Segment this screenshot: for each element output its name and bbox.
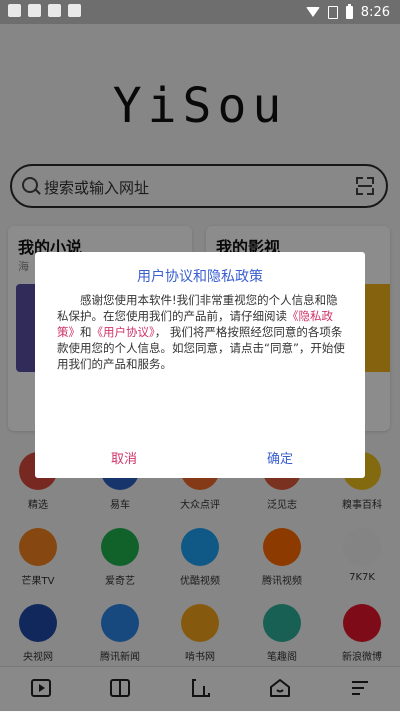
dialog-title: 用户协议和隐私政策: [137, 269, 263, 285]
notification-icon: [28, 4, 41, 17]
dialog-body: 感谢您使用本软件!我们非常重视您的个人信息和隐私保护。在您使用我们的产品前，请仔…: [57, 292, 347, 372]
wifi-icon: [305, 7, 320, 17]
notification-icon: [8, 4, 21, 17]
cancel-button[interactable]: 取消: [111, 448, 137, 467]
battery-icon: [345, 3, 353, 19]
agreement-dialog: 用户协议和隐私政策 感谢您使用本软件!我们非常重视您的个人信息和隐私保护。在您使…: [35, 252, 365, 478]
notification-icon: [48, 4, 61, 17]
dialog-text-2: 和: [80, 325, 92, 339]
no-sim-icon: [327, 5, 338, 19]
status-bar: 8:26: [0, 0, 400, 24]
user-agreement-link[interactable]: 《用户协议》: [92, 325, 155, 339]
notification-icon: [68, 4, 81, 17]
confirm-button[interactable]: 确定: [267, 448, 293, 467]
status-time: 8:26: [360, 4, 390, 20]
